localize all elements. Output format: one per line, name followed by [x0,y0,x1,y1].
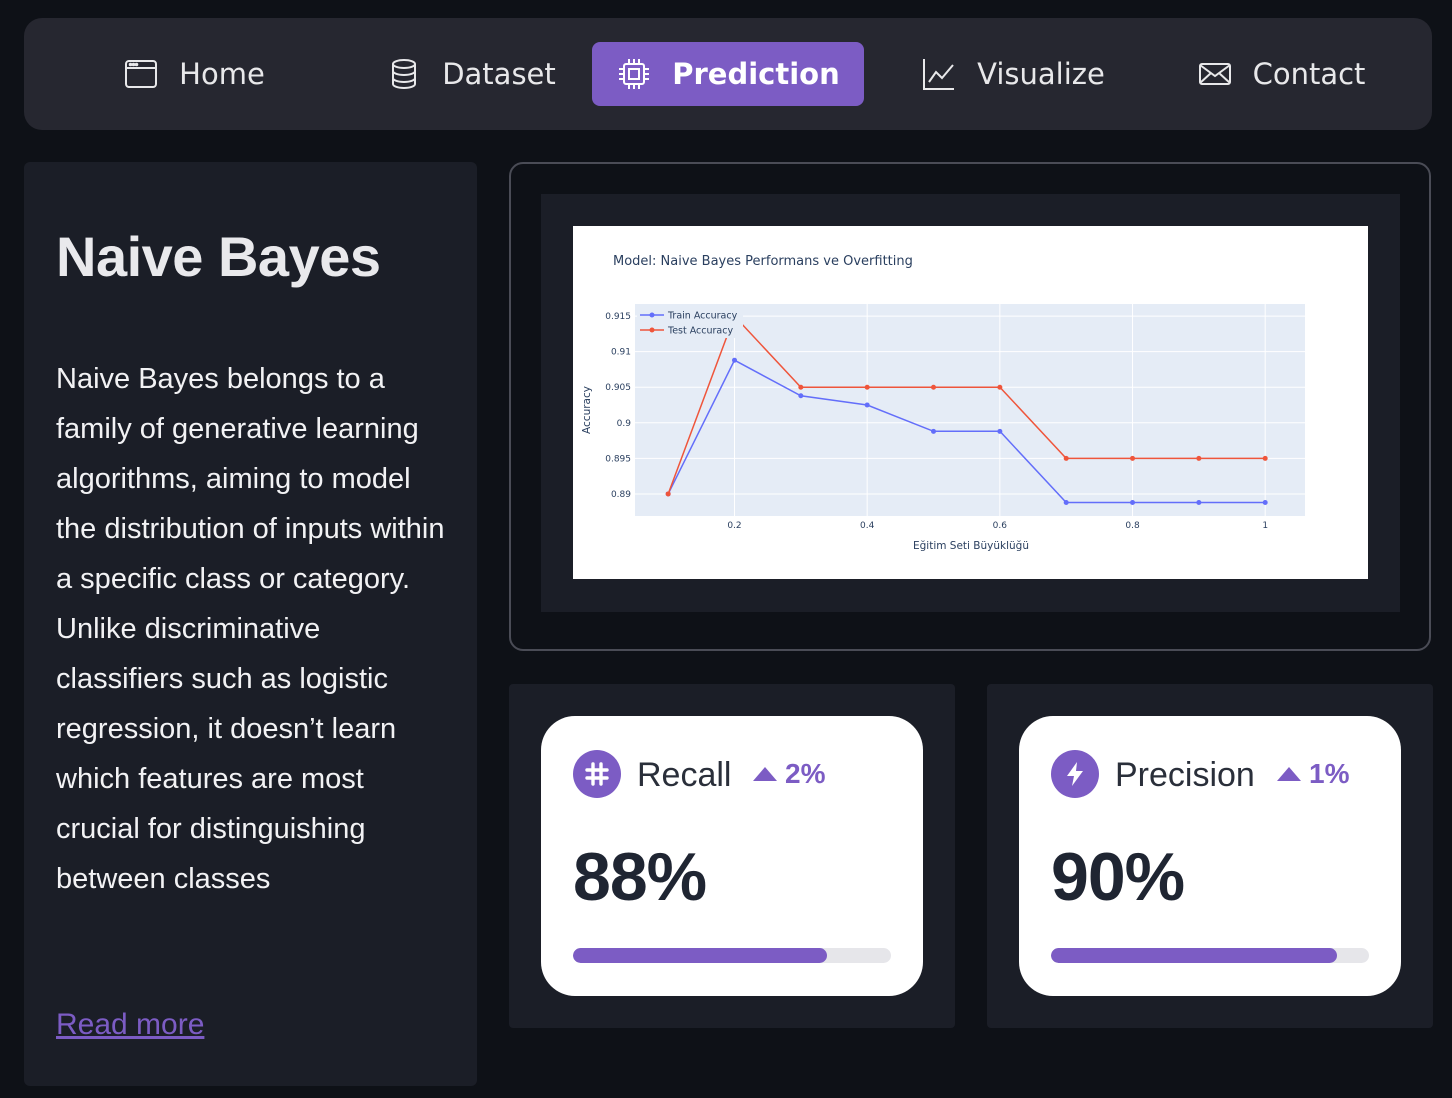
read-more-link[interactable]: Read more [56,1008,204,1042]
progress-bar [1051,948,1369,963]
x-tick-label: 0.2 [727,521,741,531]
performance-line-chart: 0.2 0.4 0.6 0.8 10.890.8950.90.9050.910.915 … [581,254,1305,552]
train-accuracy-point [1063,499,1069,505]
model-title: Naive Bayes [56,225,381,288]
model-info-card: Naive Bayes Naive Bayes belongs to a fam… [24,162,477,1086]
test-accuracy-point [864,384,870,390]
y-tick-label: 0.905 [605,383,631,393]
slack-icon [573,750,621,798]
train-accuracy-point [1262,499,1268,505]
x-tick-label: 0.6 [993,521,1008,531]
test-accuracy-point [665,491,671,497]
nav-label: Dataset [442,57,556,91]
train-accuracy-point [864,402,870,408]
y-tick-label: 0.895 [605,454,631,464]
nav-item-dataset[interactable]: Dataset [356,42,586,106]
test-accuracy-point [1130,455,1136,461]
nav-item-contact[interactable]: Contact [1168,42,1394,106]
metric-delta: 2% [753,758,825,790]
progress-fill [573,948,828,963]
chart-panel: 0.2 0.4 0.6 0.8 1 0.89 0.895 0.9 0.905 0.91 0.915 … [541,194,1400,612]
train-accuracy-point [1196,499,1202,505]
chart-container: 0.2 0.4 0.6 0.8 1 0.89 0.895 0.9 0.905 0.91 0.915 … [509,162,1431,651]
metric-value: 90% [1051,839,1185,915]
recall-card: Recall 2% 88% [541,716,923,996]
chart-title: Model: Naive Bayes Performans ve Overfit… [613,254,913,269]
progress-fill [1051,948,1338,963]
nav-label: Contact [1252,57,1366,91]
nav-label: Home [179,57,265,91]
precision-card: Precision 1% 90% [1019,716,1401,996]
train-accuracy-point [997,428,1003,434]
database-icon [392,59,417,90]
test-accuracy-point [1196,455,1202,461]
model-description: Naive Bayes belongs to a family of gener… [56,363,445,895]
delta-value: 1% [1309,758,1350,789]
top-nav: Home Dataset Prediction Visualize Contac… [24,18,1432,130]
nav-item-prediction[interactable]: Prediction [592,42,864,106]
x-tick-label: 0.4 [860,521,875,531]
x-axis-label: Eğitim Seti Büyüklüğü [913,540,1029,552]
y-tick-label: 0.91 [611,348,631,358]
cpu-chip-icon [619,59,650,89]
legend-train: Train Accuracy [667,311,738,322]
browser-window-icon [125,60,158,88]
metric-label: Precision [1115,756,1255,794]
up-arrow-icon [1277,767,1301,781]
train-accuracy-point [798,393,804,399]
up-arrow-icon [753,767,777,781]
test-accuracy-point [931,384,937,390]
x-tick-label: 0.8 [1125,521,1140,531]
lightning-icon [1051,750,1099,798]
y-tick-label: 0.9 [617,419,632,429]
legend-test: Test Accuracy [667,326,733,337]
nav-item-home[interactable]: Home [84,42,304,106]
test-accuracy-point [1262,455,1268,461]
envelope-icon [1198,63,1231,85]
train-accuracy-point [732,357,738,363]
delta-value: 2% [785,758,826,789]
line-chart-icon [923,59,955,90]
metric-label: Recall [637,756,732,794]
metric-value: 88% [573,839,707,915]
metric-delta: 1% [1277,758,1349,790]
nav-item-visualize[interactable]: Visualize [890,42,1136,106]
test-accuracy-point [798,384,804,390]
nav-label: Prediction [672,57,840,91]
y-tick-label: 0.915 [605,312,631,322]
chart-canvas: 0.2 0.4 0.6 0.8 1 0.89 0.895 0.9 0.905 0.91 0.915 … [573,226,1368,579]
train-accuracy-point [931,428,937,434]
recall-panel: Recall 2% 88% [509,684,955,1028]
x-tick-label: 1 [1262,521,1268,531]
precision-panel: Precision 1% 90% [987,684,1433,1028]
y-tick-label: 0.89 [611,490,631,500]
chart-legend: Train Accuracy Test Accuracy [637,304,743,338]
test-accuracy-point [997,384,1003,390]
progress-bar [573,948,891,963]
train-accuracy-point [1130,499,1136,505]
test-accuracy-point [1063,455,1069,461]
y-axis-label: Accuracy [581,386,593,434]
nav-label: Visualize [977,57,1105,91]
